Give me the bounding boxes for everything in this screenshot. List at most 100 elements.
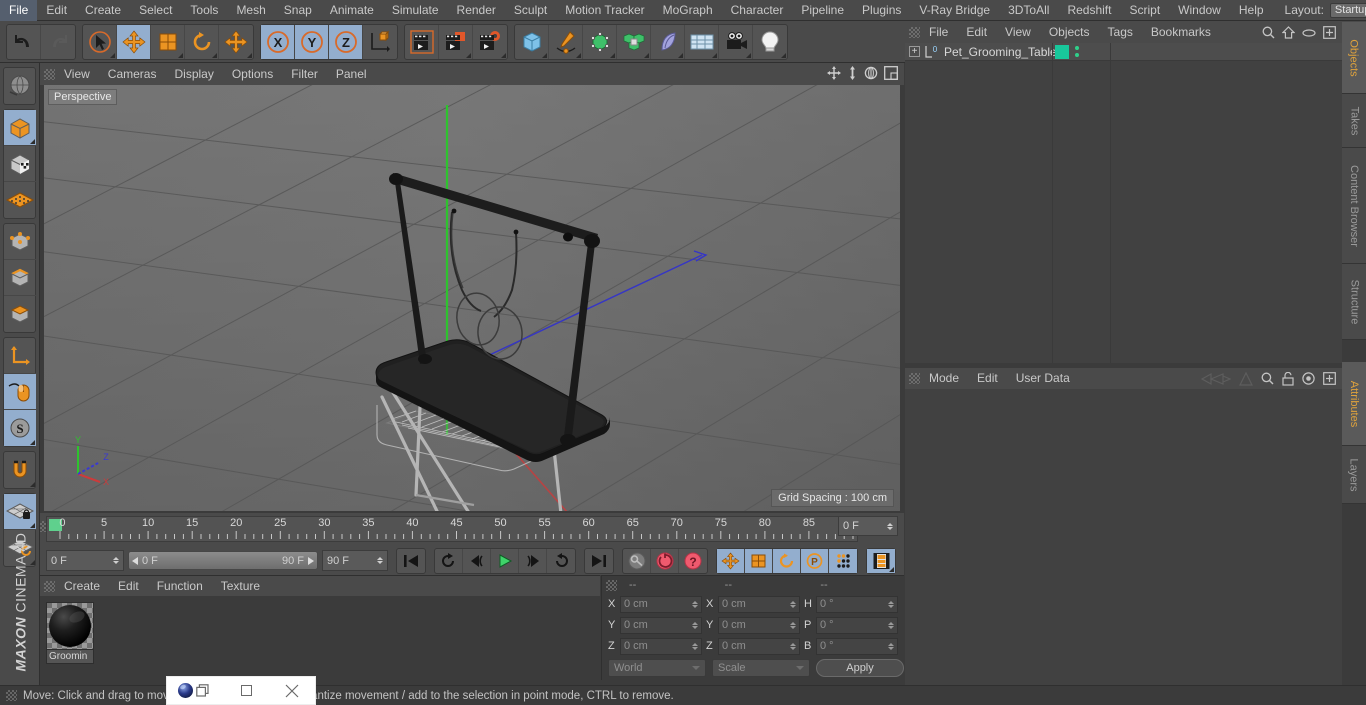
back-nav-icon[interactable]: [1201, 372, 1231, 386]
viewport-3d-canvas[interactable]: Perspective Grid Spacing : 100 cm Y X Z: [44, 85, 900, 511]
coord-field-pos-y[interactable]: 0 cm: [620, 616, 702, 634]
material-menu-function[interactable]: Function: [148, 576, 212, 596]
move-tool-button[interactable]: [117, 24, 151, 59]
add-array-button[interactable]: [617, 24, 651, 59]
panel-grip-icon[interactable]: [606, 579, 617, 591]
timeline-ruler[interactable]: 051015202530354045505560657075808590: [46, 516, 858, 542]
menu-item-mograph[interactable]: MoGraph: [654, 0, 722, 21]
model-mode-button[interactable]: [4, 110, 36, 146]
object-menu-bookmarks[interactable]: Bookmarks: [1142, 22, 1220, 43]
autokeying-button[interactable]: [651, 548, 679, 573]
panel-grip-icon[interactable]: [909, 373, 920, 384]
menu-item-animate[interactable]: Animate: [321, 0, 383, 21]
menu-item-simulate[interactable]: Simulate: [383, 0, 448, 21]
max-frame-field[interactable]: 90 F: [322, 550, 388, 571]
menu-item-vray-bridge[interactable]: V-Ray Bridge: [910, 0, 999, 21]
spinner-icon[interactable]: [790, 600, 796, 608]
menu-item-file[interactable]: File: [0, 0, 38, 21]
menu-item-script[interactable]: Script: [1120, 0, 1169, 21]
viewport-solo-button[interactable]: [4, 374, 36, 410]
ellipse-icon[interactable]: [1302, 28, 1316, 38]
spinner-icon[interactable]: [790, 621, 796, 629]
layout-selector[interactable]: Layout: Startup: [1285, 2, 1366, 18]
tab-attributes[interactable]: Attributes: [1342, 362, 1366, 446]
spinner-icon[interactable]: [692, 600, 698, 608]
spinner-icon[interactable]: [692, 642, 698, 650]
search-icon[interactable]: [1262, 26, 1275, 39]
menu-item-character[interactable]: Character: [722, 0, 793, 21]
panel-grip-icon[interactable]: [909, 27, 920, 38]
tab-content-browser[interactable]: Content Browser: [1342, 148, 1366, 264]
coord-field-size-z[interactable]: 0 cm: [718, 637, 800, 655]
soft-selection-button[interactable]: S: [4, 410, 36, 446]
menu-item-sculpt[interactable]: Sculpt: [505, 0, 556, 21]
panel-grip-icon[interactable]: [44, 580, 55, 592]
coordinate-mode-dropdown[interactable]: Scale: [712, 659, 810, 677]
coordinate-system-dropdown[interactable]: World: [608, 659, 706, 677]
dynamic-place-button[interactable]: [219, 25, 253, 59]
live-selection-button[interactable]: [83, 24, 117, 59]
edges-mode-button[interactable]: [4, 260, 36, 296]
object-color-swatch[interactable]: [1055, 44, 1069, 59]
undo-button[interactable]: [7, 24, 41, 59]
attribute-menu-user-data[interactable]: User Data: [1007, 368, 1079, 389]
record-key-button[interactable]: [623, 548, 651, 573]
timeline-toggle-button[interactable]: [867, 548, 895, 573]
object-menu-file[interactable]: File: [920, 22, 957, 43]
spinner-icon[interactable]: [888, 600, 894, 608]
panel-grip-icon[interactable]: [44, 68, 55, 80]
play-forward-loop-button[interactable]: [547, 549, 575, 573]
coord-field-pos-x[interactable]: 0 cm: [620, 595, 702, 613]
scale-tool-button[interactable]: [151, 24, 185, 59]
menu-item-redshift[interactable]: Redshift: [1058, 0, 1120, 21]
menu-item-select[interactable]: Select: [130, 0, 181, 21]
menu-item-3dtoall[interactable]: 3DToAll: [999, 0, 1058, 21]
spinner-icon[interactable]: [887, 522, 893, 530]
render-view-button[interactable]: [405, 24, 439, 59]
close-button[interactable]: [269, 676, 315, 705]
material-menu-edit[interactable]: Edit: [109, 576, 148, 596]
material-list[interactable]: Groomin: [40, 596, 600, 681]
coord-field-rot-b[interactable]: 0 °: [816, 637, 898, 655]
undo-view-button[interactable]: [4, 68, 36, 104]
coord-field-rot-p[interactable]: 0 °: [816, 616, 898, 634]
add-deformer-button[interactable]: [651, 24, 685, 59]
layout-dropdown[interactable]: Startup: [1329, 2, 1366, 18]
viewport-menu-cameras[interactable]: Cameras: [99, 63, 166, 85]
object-row-pet-grooming-table[interactable]: + 0 Pet_Grooming_Table: [905, 43, 1342, 61]
object-menu-tags[interactable]: Tags: [1099, 22, 1142, 43]
points-mode-button[interactable]: [4, 224, 36, 260]
timeline-range-slider[interactable]: 0 F 90 F: [128, 551, 318, 570]
object-manager-list[interactable]: + 0 Pet_Grooming_Table: [905, 43, 1342, 363]
step-back-button[interactable]: [463, 548, 491, 573]
menu-item-create[interactable]: Create: [76, 0, 130, 21]
current-frame-field-right[interactable]: 0 F: [838, 516, 898, 536]
axis-mode-button[interactable]: [4, 338, 36, 374]
expand-toggle-icon[interactable]: +: [909, 46, 920, 57]
attribute-manager-body[interactable]: [905, 389, 1342, 705]
add-environment-button[interactable]: [685, 24, 719, 59]
menu-item-snap[interactable]: Snap: [275, 0, 321, 21]
add-light-button[interactable]: [753, 25, 787, 59]
key-param-button[interactable]: P: [801, 548, 829, 573]
menu-item-pipeline[interactable]: Pipeline: [792, 0, 853, 21]
home-icon[interactable]: [1282, 26, 1295, 39]
spinner-icon[interactable]: [790, 642, 796, 650]
menu-item-motion-tracker[interactable]: Motion Tracker: [556, 0, 653, 21]
spinner-icon[interactable]: [888, 621, 894, 629]
workplane-lock-button[interactable]: [4, 494, 36, 530]
keyframe-selection-button[interactable]: ?: [679, 549, 707, 573]
plus-box-icon[interactable]: [1323, 26, 1336, 39]
range-left-arrow-icon[interactable]: [132, 556, 138, 565]
menu-item-tools[interactable]: Tools: [181, 0, 227, 21]
plus-box-icon[interactable]: [1323, 372, 1336, 385]
viewport-menu-panel[interactable]: Panel: [327, 63, 376, 85]
menu-item-mesh[interactable]: Mesh: [227, 0, 274, 21]
attribute-menu-mode[interactable]: Mode: [920, 368, 968, 389]
key-rotation-button[interactable]: [773, 548, 801, 573]
range-right-arrow-icon[interactable]: [308, 556, 314, 565]
menu-item-plugins[interactable]: Plugins: [853, 0, 910, 21]
tab-objects[interactable]: Objects: [1342, 22, 1366, 94]
material-menu-create[interactable]: Create: [55, 576, 109, 596]
viewport-menu-view[interactable]: View: [55, 63, 99, 85]
